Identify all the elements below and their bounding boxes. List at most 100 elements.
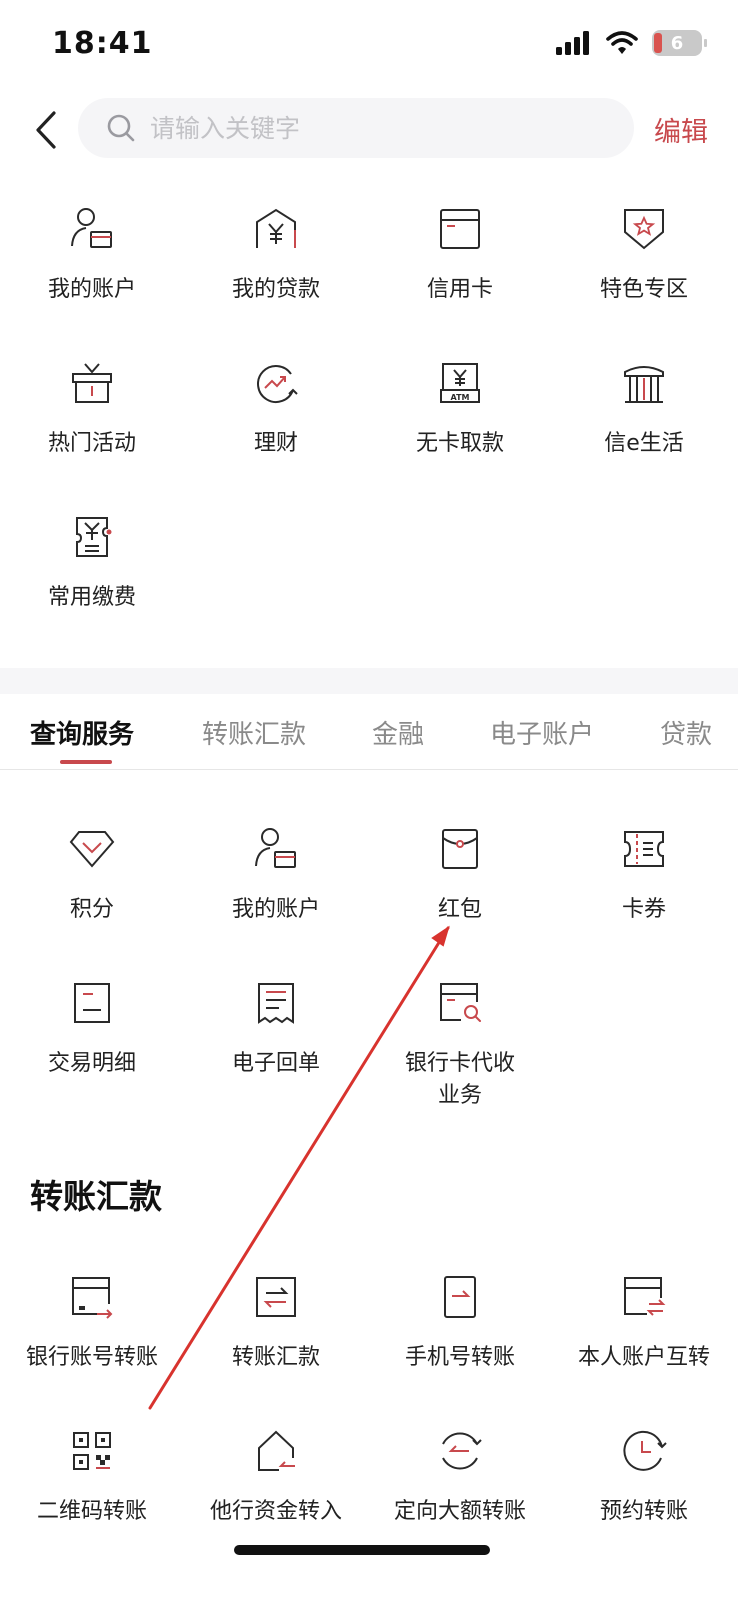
tab-query-services[interactable]: 查询服务 — [30, 714, 134, 751]
svg-text:ATM: ATM — [451, 393, 470, 402]
bank-account-transfer-icon — [69, 1274, 115, 1320]
account-card-icon — [69, 206, 115, 252]
menu-item-label: 银行卡代收 业务 — [404, 1051, 515, 1108]
loan-house-icon — [253, 206, 299, 252]
menu-item-my-loan[interactable]: 我的贷款 — [184, 206, 368, 306]
menu-item-cardless-withdrawal[interactable]: ATM 无卡取款 — [368, 360, 552, 460]
category-tabs: 查询服务 转账汇款 金融 电子账户 贷款 — [0, 694, 738, 770]
battery-level: 6 — [670, 32, 684, 54]
menu-item-points[interactable]: 积分 — [0, 826, 184, 926]
credit-card-icon — [437, 206, 483, 252]
home-indicator[interactable] — [234, 1545, 490, 1555]
active-tab-indicator — [60, 760, 112, 764]
tab-finance[interactable]: 金融 — [372, 714, 424, 751]
clock-transfer-icon — [621, 1428, 667, 1474]
menu-item-label: 积分 — [69, 897, 114, 922]
menu-item-e-life[interactable]: 信e生活 — [552, 360, 736, 460]
menu-item-label: 他行资金转入 — [209, 1499, 342, 1524]
menu-item-label: 热门活动 — [47, 431, 136, 456]
tab-loan[interactable]: 贷款 — [660, 714, 712, 751]
section-title-transfer: 转账汇款 — [30, 1177, 162, 1216]
menu-item-label: 我的贷款 — [231, 277, 320, 302]
star-badge-icon — [621, 206, 667, 252]
menu-item-transfer-remit[interactable]: 转账汇款 — [184, 1274, 368, 1374]
menu-item-label: 二维码转账 — [36, 1499, 147, 1524]
bank-building-icon — [621, 360, 667, 406]
query-services-grid: 积分 我的账户 红包 卡券 交易明细 电子回单 银行卡代收 业务 — [0, 826, 738, 1126]
menu-item-e-receipt[interactable]: 电子回单 — [184, 980, 368, 1080]
favorites-grid: 我的账户 我的贷款 信用卡 特色专区 热门活动 理财 ATM 无卡取款 信e生活… — [0, 206, 738, 626]
menu-item-phone-transfer[interactable]: 手机号转账 — [368, 1274, 552, 1374]
menu-item-other-bank-inflow[interactable]: 他行资金转入 — [184, 1428, 368, 1528]
menu-item-credit-card[interactable]: 信用卡 — [368, 206, 552, 306]
transfer-services-grid: 银行账号转账 转账汇款 手机号转账 本人账户互转 二维码转账 他行资金转入 定向… — [0, 1274, 738, 1534]
menu-item-label: 本人账户互转 — [577, 1345, 710, 1370]
diamond-icon — [69, 826, 115, 872]
red-envelope-icon — [437, 826, 483, 872]
receipt-icon — [253, 980, 299, 1026]
card-search-icon — [437, 980, 483, 1026]
account-card-icon — [253, 826, 299, 872]
chevron-left-icon — [36, 111, 56, 149]
menu-item-label: 电子回单 — [231, 1051, 320, 1076]
menu-item-label: 手机号转账 — [404, 1345, 515, 1370]
menu-item-label: 转账汇款 — [231, 1345, 320, 1370]
status-time: 18:41 — [52, 26, 153, 61]
menu-item-qr-transfer[interactable]: 二维码转账 — [0, 1428, 184, 1528]
growth-chart-icon — [253, 360, 299, 406]
self-transfer-icon — [621, 1274, 667, 1320]
status-bar: 18:41 6 — [0, 0, 738, 92]
search-input[interactable] — [150, 113, 590, 143]
back-button[interactable] — [26, 106, 66, 154]
status-icons: 6 — [556, 30, 707, 56]
menu-item-my-account[interactable]: 我的账户 — [0, 206, 184, 306]
bill-icon — [69, 514, 115, 560]
menu-item-scheduled-transfer[interactable]: 预约转账 — [552, 1428, 736, 1528]
section-divider — [0, 668, 738, 694]
transfer-exchange-icon — [253, 1274, 299, 1320]
menu-item-label: 常用缴费 — [47, 585, 136, 610]
menu-item-label: 红包 — [437, 897, 482, 922]
phone-transfer-icon — [437, 1274, 483, 1320]
menu-item-bill-payment[interactable]: 常用缴费 — [0, 514, 184, 614]
menu-item-label: 我的账户 — [47, 277, 136, 302]
search-header: 编辑 — [0, 96, 738, 164]
ticket-icon — [621, 826, 667, 872]
search-icon — [107, 114, 135, 142]
menu-item-directed-large-transfer[interactable]: 定向大额转账 — [368, 1428, 552, 1528]
atm-icon: ATM — [437, 360, 483, 406]
menu-item-label: 卡券 — [621, 897, 666, 922]
menu-item-label: 信e生活 — [604, 431, 684, 456]
cellular-signal-icon — [556, 31, 589, 55]
menu-item-red-envelope[interactable]: 红包 — [368, 826, 552, 926]
directed-transfer-icon — [437, 1428, 483, 1474]
menu-item-label: 交易明细 — [47, 1051, 136, 1076]
tab-transfer[interactable]: 转账汇款 — [202, 714, 306, 751]
menu-item-label: 无卡取款 — [415, 431, 504, 456]
edit-button[interactable]: 编辑 — [654, 110, 708, 149]
wifi-icon — [606, 31, 638, 54]
menu-item-card-collection[interactable]: 银行卡代收 业务 — [368, 980, 552, 1112]
menu-item-transaction-detail[interactable]: 交易明细 — [0, 980, 184, 1080]
menu-item-wealth[interactable]: 理财 — [184, 360, 368, 460]
qr-code-icon — [69, 1428, 115, 1474]
menu-item-bank-account-transfer[interactable]: 银行账号转账 — [0, 1274, 184, 1374]
menu-item-label: 理财 — [253, 431, 298, 456]
menu-item-label: 信用卡 — [426, 277, 493, 302]
search-box[interactable] — [78, 98, 634, 158]
house-transfer-icon — [253, 1428, 299, 1474]
menu-item-label: 预约转账 — [599, 1499, 688, 1524]
menu-item-my-account-query[interactable]: 我的账户 — [184, 826, 368, 926]
menu-item-label: 定向大额转账 — [393, 1499, 526, 1524]
transaction-detail-icon — [69, 980, 115, 1026]
menu-item-label: 银行账号转账 — [25, 1345, 158, 1370]
menu-item-self-account-transfer[interactable]: 本人账户互转 — [552, 1274, 736, 1374]
gift-icon — [69, 360, 115, 406]
menu-item-featured-zone[interactable]: 特色专区 — [552, 206, 736, 306]
tab-e-account[interactable]: 电子账户 — [490, 714, 594, 751]
menu-item-label: 特色专区 — [599, 277, 688, 302]
menu-item-label: 我的账户 — [231, 897, 320, 922]
menu-item-coupons[interactable]: 卡券 — [552, 826, 736, 926]
battery-icon: 6 — [652, 30, 707, 56]
menu-item-hot-events[interactable]: 热门活动 — [0, 360, 184, 460]
